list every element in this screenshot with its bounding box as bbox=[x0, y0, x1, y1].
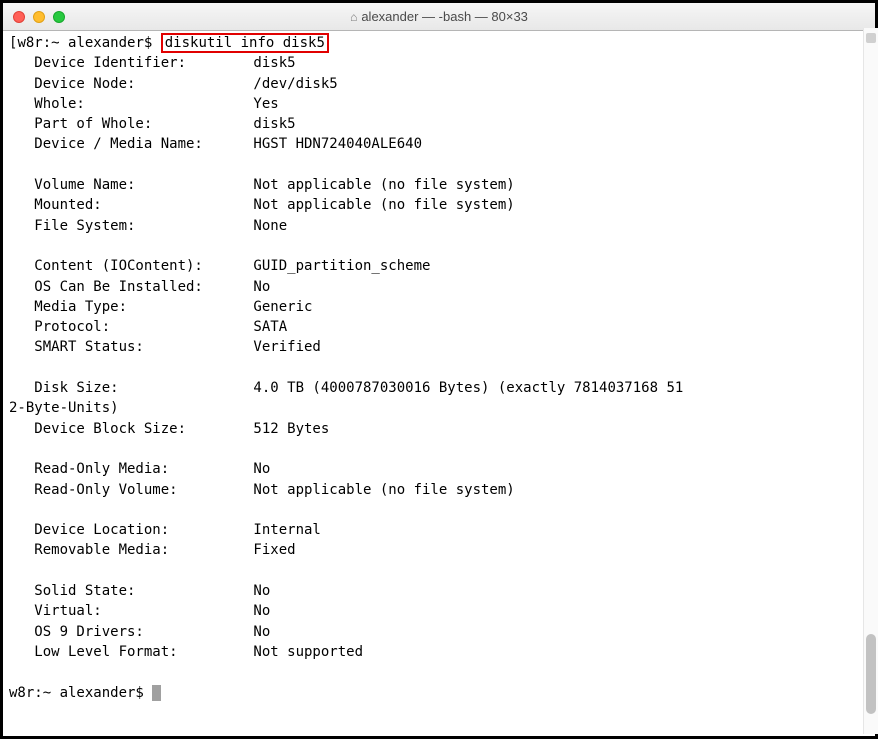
traffic-lights bbox=[13, 11, 65, 23]
minimize-button[interactable] bbox=[33, 11, 45, 23]
cursor bbox=[152, 685, 161, 701]
prompt-line-2: w8r:~ alexander$ bbox=[9, 685, 152, 701]
command-output: Device Identifier: disk5 Device Node: /d… bbox=[9, 55, 683, 660]
window-title: ⌂ alexander — -bash — 80×33 bbox=[350, 9, 528, 24]
scrollbar[interactable] bbox=[863, 28, 878, 734]
terminal-content[interactable]: [w8r:~ alexander$ diskutil info disk5 De… bbox=[3, 31, 875, 736]
highlighted-command: diskutil info disk5 bbox=[161, 33, 329, 53]
close-button[interactable] bbox=[13, 11, 25, 23]
maximize-button[interactable] bbox=[53, 11, 65, 23]
prompt-text: w8r:~ alexander$ bbox=[17, 35, 160, 51]
home-icon: ⌂ bbox=[350, 10, 357, 24]
scroll-thumb[interactable] bbox=[866, 634, 876, 714]
window-titlebar: ⌂ alexander — -bash — 80×33 bbox=[3, 3, 875, 31]
prompt-line: [w8r:~ alexander$ diskutil info disk5 bbox=[9, 33, 329, 53]
scroll-indicator-icon bbox=[866, 33, 876, 43]
title-text: alexander — -bash — 80×33 bbox=[361, 9, 528, 24]
